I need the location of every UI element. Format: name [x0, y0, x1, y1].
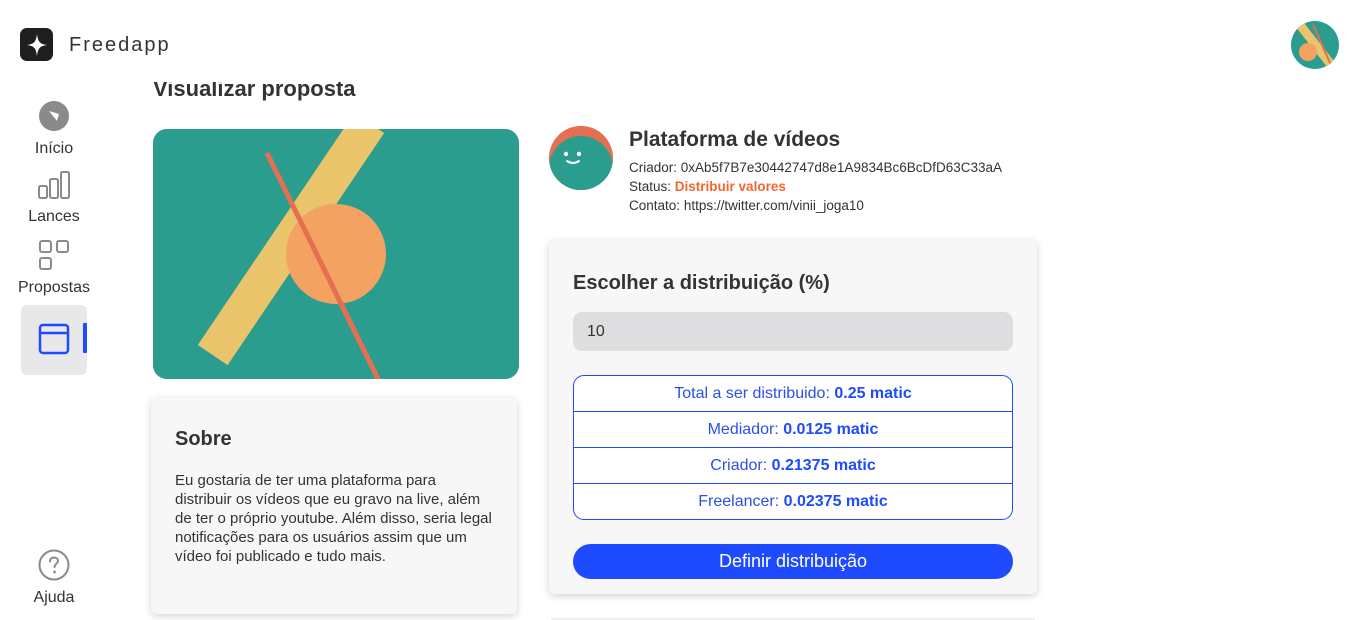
about-card: Sobre Eu gostaria de ter uma plataforma …	[151, 398, 517, 614]
define-distribution-button[interactable]: Definir distribuição	[573, 544, 1013, 579]
creator-address: 0xAb5f7B7e30442747d8e1A9834Bc6BcDfD63C33…	[680, 160, 1003, 175]
sidebar-item-propostas[interactable]: Propostas	[4, 239, 104, 297]
distribution-table: Total a ser distribuido: 0.25 matic Medi…	[573, 375, 1013, 520]
sidebar-item-label: Ajuda	[33, 589, 75, 606]
compass-icon	[39, 101, 69, 131]
distribution-card: Escolher a distribuição (%) Total a ser …	[549, 240, 1037, 594]
project-status: Status: Distribuir valores	[629, 179, 786, 194]
brand-name: Freedapp	[69, 34, 171, 56]
distribution-row-mediador: Mediador: 0.0125 matic	[574, 412, 1012, 448]
project-title: Plataforma de vídeos	[629, 128, 841, 151]
distribution-title: Escolher a distribuição (%)	[573, 272, 830, 294]
about-text: Eu gostaria de ter uma plataforma para d…	[175, 472, 492, 565]
distribution-row-total: Total a ser distribuido: 0.25 matic	[574, 376, 1012, 412]
window-icon	[38, 323, 70, 355]
about-title: Sobre	[175, 428, 232, 450]
app-logo[interactable]	[20, 28, 53, 61]
status-badge: Distribuir valores	[674, 179, 786, 194]
active-indicator	[83, 323, 87, 353]
sparkle-icon	[27, 34, 47, 56]
sidebar-item-label: Lances	[28, 208, 80, 225]
help-icon	[38, 549, 70, 581]
app-page: Freedapp Início Lances Propostas Ajuda V…	[0, 0, 1360, 620]
project-avatar	[549, 126, 613, 190]
page-title: Visualizar proposta	[153, 82, 356, 101]
grid-icon	[39, 240, 69, 270]
sidebar-item-lances[interactable]: Lances	[4, 170, 104, 226]
proposal-cover-image	[153, 129, 519, 379]
sidebar-item-label: Propostas	[17, 279, 91, 296]
distribution-row-freelancer: Freelancer: 0.02375 matic	[698, 493, 888, 510]
sidebar-item-inicio[interactable]: Início	[4, 100, 104, 158]
user-avatar[interactable]	[1291, 21, 1339, 69]
project-creator: Criador: 0xAb5f7B7e30442747d8e1A9834Bc6B…	[629, 160, 1003, 175]
project-contact: Contato: https://twitter.com/vinii_joga1…	[629, 198, 864, 213]
distribution-row-criador: Criador: 0.21375 matic	[574, 448, 1012, 484]
sidebar-item-label: Início	[34, 140, 74, 157]
contact-link[interactable]: https://twitter.com/vinii_joga10	[684, 198, 864, 213]
distribution-percent-input[interactable]	[573, 312, 1013, 351]
bar-chart-icon	[38, 171, 70, 199]
sidebar-item-proposal-view[interactable]	[21, 305, 87, 375]
sidebar-item-ajuda[interactable]: Ajuda	[4, 549, 104, 607]
